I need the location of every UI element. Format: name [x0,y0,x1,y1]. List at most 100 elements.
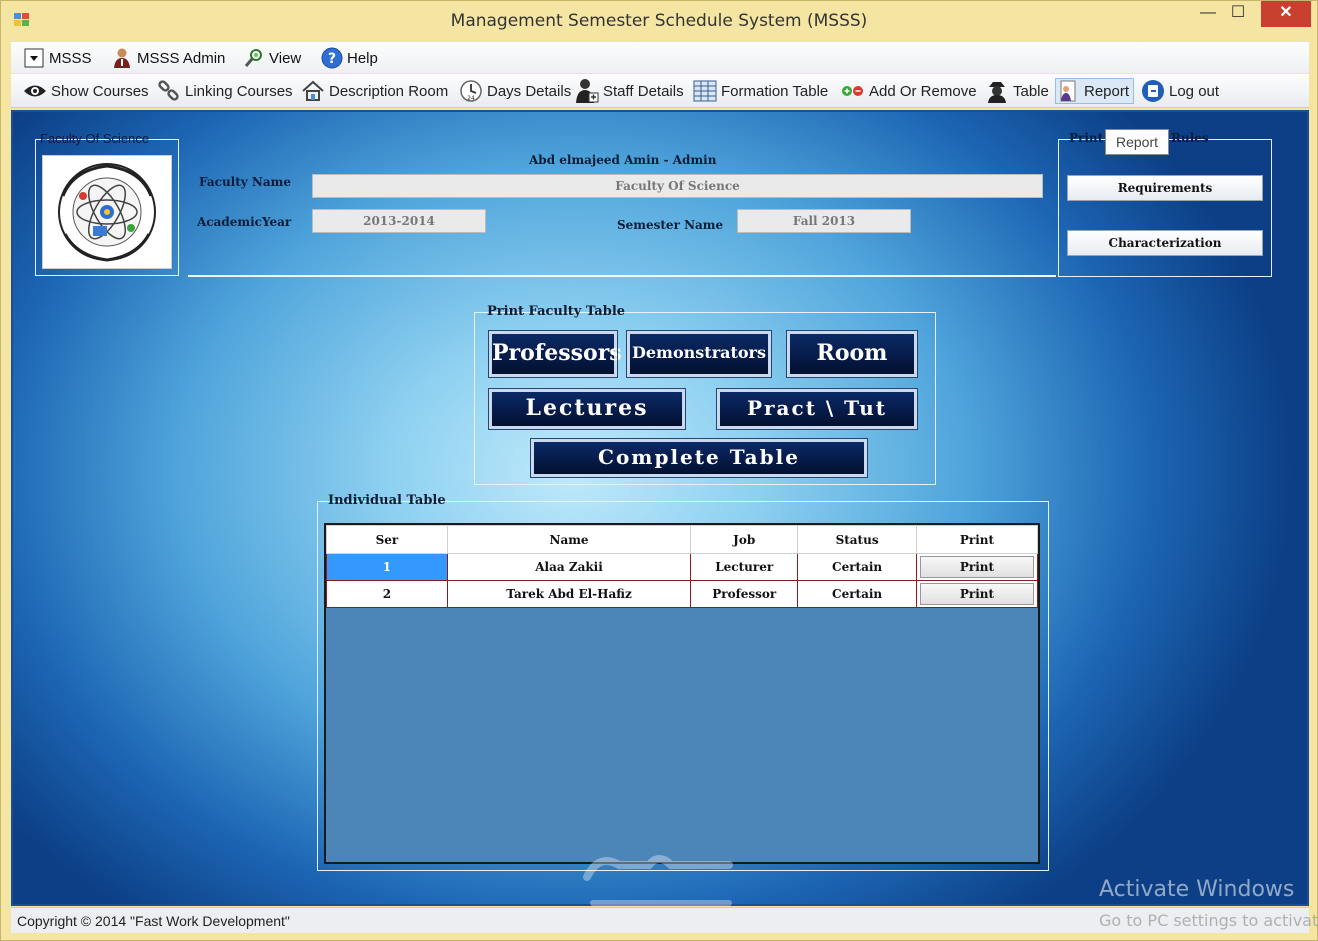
room-button[interactable]: Room [786,330,918,378]
table-grid-icon [693,79,717,103]
print-rules-title-left: Print [1069,131,1104,145]
current-user: Abd elmajeed Amin - Admin [529,153,717,167]
cell-print: Print [915,580,1039,608]
academic-year-field[interactable]: 2013-2014 [312,209,486,233]
faculty-name-label: Faculty Name [199,175,291,189]
tool-table[interactable]: Table [985,78,1049,104]
header-divider [188,275,1056,277]
tool-staff-details[interactable]: Staff Details [575,78,684,104]
cell-status[interactable]: Certain [797,553,917,581]
dropdown-icon [23,47,45,69]
menu-msss-label: MSSS [49,49,92,67]
cell-name[interactable]: Alaa Zakii [446,553,692,581]
menu-view-label: View [269,49,302,67]
menu-view[interactable]: View [243,46,301,70]
table-row[interactable]: 1 Alaa Zakii Lecturer Certain Print [326,553,1039,581]
print-rules-title-right: Rules [1171,131,1209,145]
individual-table: Ser Name Job Status Print 1 Alaa Zakii L… [326,525,1039,608]
close-button[interactable]: ✕ [1261,1,1311,27]
tool-linking-courses[interactable]: Linking Courses [157,78,293,104]
tool-report[interactable]: Report [1055,78,1135,104]
help-icon: ? [321,47,343,69]
menu-help[interactable]: ? Help [321,46,378,70]
view-search-icon [243,47,265,69]
link-icon [157,79,181,103]
print-rules-group: Print Rules Requirements Characterizatio… [1058,131,1272,277]
demonstrators-button[interactable]: Demonstrators [626,330,772,378]
academic-year-label: AcademicYear [197,215,292,229]
minimize-button[interactable]: — [1193,1,1223,27]
eye-icon [23,79,47,103]
table-header-row: Ser Name Job Status Print [326,525,1039,554]
menu-msss-admin[interactable]: MSSS Admin [111,46,225,70]
cell-status[interactable]: Certain [797,580,917,608]
cell-ser[interactable]: 2 [326,580,448,608]
activate-windows-title: Activate Windows [1099,877,1295,902]
logo-group-title: Faculty Of Science [40,131,150,146]
complete-table-button[interactable]: Complete Table [530,438,868,478]
cell-job[interactable]: Lecturer [690,553,799,581]
menu-bar: MSSS MSSS Admin View ? Help [11,41,1309,73]
tool-show-courses-label: Show Courses [51,82,149,100]
column-header-status[interactable]: Status [797,525,917,554]
print-faculty-group: Print Faculty Table Professors Demonstra… [474,304,936,485]
tool-formation-table[interactable]: Formation Table [693,78,828,104]
column-header-name[interactable]: Name [446,525,692,554]
cell-print: Print [915,553,1039,581]
lectures-button[interactable]: Lectures [488,388,686,430]
column-header-print[interactable]: Print [915,525,1039,554]
individual-grid[interactable]: Ser Name Job Status Print 1 Alaa Zakii L… [324,523,1040,864]
individual-table-title: Individual Table [328,493,446,508]
tool-report-label: Report [1084,82,1130,100]
spy-icon [985,79,1009,103]
tool-staff-details-label: Staff Details [603,82,684,100]
menu-msss[interactable]: MSSS [23,46,92,70]
logo-group: Faculty Of Science [35,131,179,276]
column-header-ser[interactable]: Ser [326,525,448,554]
logout-icon [1141,79,1165,103]
cell-ser[interactable]: 1 [326,553,448,581]
cell-job[interactable]: Professor [690,580,799,608]
tool-days-details[interactable]: 24 Days Details [459,78,571,104]
toolbar: Show Courses Linking Courses Description… [11,74,1309,108]
clock-icon: 24 [459,79,483,103]
tool-description-room[interactable]: Description Room [301,78,448,104]
requirements-button[interactable]: Requirements [1067,175,1263,201]
tool-table-label: Table [1013,82,1049,100]
watermark-logo [579,847,741,919]
main-panel: Faculty Of Science Abd elmajeed Amin - A… [11,110,1309,906]
column-header-job[interactable]: Job [690,525,799,554]
menu-msss-admin-label: MSSS Admin [137,49,226,67]
tool-show-courses[interactable]: Show Courses [23,78,149,104]
admin-user-icon [111,47,133,69]
window-title: Management Semester Schedule System (MSS… [450,11,868,31]
row-print-button[interactable]: Print [919,583,1034,605]
tool-log-out[interactable]: Log out [1141,78,1219,104]
table-row[interactable]: 2 Tarek Abd El-Hafiz Professor Certain P… [326,580,1039,608]
tool-log-out-label: Log out [1169,82,1220,100]
staff-icon [575,79,599,103]
print-faculty-title: Print Faculty Table [487,304,626,319]
pract-tut-button[interactable]: Pract \ Tut [716,388,918,430]
cell-name[interactable]: Tarek Abd El-Hafiz [446,580,692,608]
report-icon [1056,79,1080,103]
menu-help-label: Help [347,49,378,67]
faculty-name-field[interactable]: Faculty Of Science [312,174,1043,198]
report-tooltip: Report [1105,129,1169,155]
maximize-button[interactable]: ☐ [1223,1,1253,27]
faculty-logo [42,155,172,269]
tool-add-or-remove-label: Add Or Remove [869,82,977,100]
tool-add-or-remove[interactable]: Add Or Remove [841,78,977,104]
semester-name-field[interactable]: Fall 2013 [737,209,911,233]
professors-button[interactable]: Professors [488,330,622,378]
copyright-text: Copyright © 2014 "Fast Work Development" [17,913,290,929]
characterization-button[interactable]: Characterization [1067,230,1263,256]
title-bar[interactable]: Management Semester Schedule System (MSS… [1,1,1317,39]
tool-linking-courses-label: Linking Courses [185,82,293,100]
tool-days-details-label: Days Details [487,82,572,100]
activate-windows-subtitle: Go to PC settings to activate [1099,911,1318,930]
semester-name-label: Semester Name [617,218,724,232]
svg-text:?: ? [328,51,336,67]
add-remove-icon [841,79,865,103]
row-print-button[interactable]: Print [919,556,1034,578]
